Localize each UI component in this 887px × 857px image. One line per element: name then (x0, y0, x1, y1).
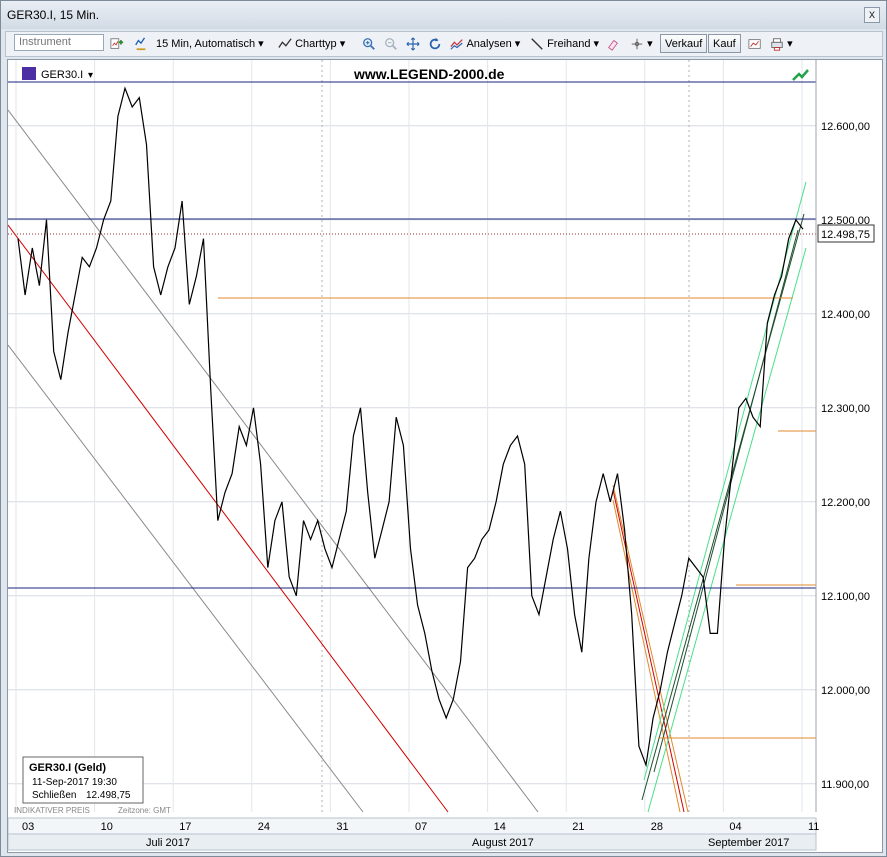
crosshair-icon (630, 38, 647, 50)
x-tick-label: 11 (808, 821, 819, 833)
chart-window: GER30.I, 15 Min. x 15 Min, Automatisch ▾… (0, 0, 887, 857)
crosshair-menu[interactable]: ▾ (630, 35, 653, 53)
x-tick-label: 07 (415, 821, 427, 833)
instrument-input[interactable] (14, 34, 104, 51)
close-icon[interactable]: x (864, 7, 880, 23)
timezone-label: Zeitzone: GMT (118, 806, 171, 815)
month-label: September 2017 (708, 837, 789, 849)
analysis-icon (450, 38, 466, 50)
y-tick-label: 12.200,00 (821, 497, 870, 509)
price-chart[interactable]: 12.600,0012.500,0012.400,0012.300,0012.2… (8, 60, 882, 852)
month-label: August 2017 (472, 837, 534, 849)
print-icon (770, 38, 787, 51)
y-tick-label: 12.100,00 (821, 591, 870, 603)
trendline-overlays (8, 109, 807, 813)
x-tick-label: 14 (494, 821, 506, 833)
interval-label: 15 Min, (156, 38, 193, 50)
window-title: GER30.I, 15 Min. (7, 8, 100, 22)
symbol-icon (22, 67, 36, 80)
month-label: Juli 2017 (146, 837, 190, 849)
gray-trendline-lower (8, 344, 364, 813)
mode-label: Automatisch (194, 38, 256, 50)
y-axis-ticks: 12.600,0012.500,0012.400,0012.300,0012.2… (821, 121, 870, 791)
green-channel-lower (647, 247, 807, 813)
analysen-menu[interactable]: Analysen ▾ (450, 35, 520, 53)
y-tick-label: 12.400,00 (821, 309, 870, 321)
chevron-down-icon: ▾ (647, 38, 653, 50)
zoom-in-icon[interactable] (362, 35, 376, 53)
x-axis-band (8, 817, 817, 835)
x-tick-label: 31 (336, 821, 348, 833)
chevron-down-icon: ▾ (787, 38, 793, 50)
interval-clock-icon (134, 35, 148, 53)
x-tick-label: 24 (258, 821, 270, 833)
zoom-out-icon[interactable] (384, 35, 398, 53)
title-bar: GER30.I, 15 Min. x (1, 1, 886, 29)
orange-fan-line-1 (612, 484, 689, 813)
freihand-label: Freihand (547, 38, 591, 50)
refresh-icon[interactable] (428, 35, 442, 53)
vertical-gridlines (15, 60, 803, 812)
interval-selector[interactable]: 15 Min, Automatisch ▾ (156, 35, 264, 53)
y-tick-label: 12.600,00 (821, 121, 870, 133)
kauf-button[interactable]: Kauf (708, 34, 741, 53)
month-axis-band (8, 833, 817, 851)
eraser-icon[interactable] (606, 35, 620, 53)
y-tick-label: 12.300,00 (821, 403, 870, 415)
info-box-title: GER30.I (Geld) (29, 762, 106, 774)
symbol-chevron-down-icon[interactable]: ▾ (88, 70, 93, 81)
gray-trendline-upper (8, 109, 539, 813)
y-tick-label: 12.000,00 (821, 685, 870, 697)
freihand-menu[interactable]: Freihand ▾ (530, 35, 599, 53)
x-tick-label: 28 (651, 821, 663, 833)
live-feed-icon (792, 69, 809, 81)
line-chart-icon (278, 38, 295, 50)
analysen-label: Analysen (466, 38, 512, 50)
verkauf-button[interactable]: Verkauf (660, 34, 708, 53)
chevron-down-icon: ▾ (339, 38, 346, 50)
x-tick-label: 17 (179, 821, 191, 833)
indicative-price-label: INDIKATIVER PREIS (14, 806, 90, 815)
print-menu[interactable]: ▾ (770, 35, 793, 53)
price-label: 12.498,75 (821, 229, 870, 241)
price-series-line (17, 86, 804, 768)
draw-line-icon (530, 38, 547, 50)
chart-toolbar: 15 Min, Automatisch ▾ Charttyp ▾ Ana (5, 31, 883, 57)
x-tick-label: 04 (729, 821, 741, 833)
charttype-menu[interactable]: Charttyp ▾ (278, 35, 345, 53)
x-tick-label: 21 (572, 821, 584, 833)
watermark-url: www.LEGEND-2000.de (353, 66, 505, 82)
chart-settings-icon[interactable] (748, 35, 762, 53)
info-box-close-value: 12.498,75 (86, 790, 131, 801)
chart-area[interactable]: 12.600,00 12.500,00 12.400,00 12.300,00 12.2… (7, 59, 883, 853)
info-box-close-label: Schließen (32, 790, 76, 801)
chevron-down-icon: ▾ (593, 38, 600, 50)
dark-trend-2 (653, 229, 799, 773)
red-trendline (8, 224, 449, 813)
info-box-datetime: 11-Sep-2017 19:30 (32, 777, 117, 788)
chevron-down-icon: ▾ (258, 38, 264, 50)
charttype-label: Charttyp (295, 38, 337, 50)
chevron-down-icon: ▾ (514, 38, 521, 50)
instrument-plus-icon[interactable] (110, 35, 124, 53)
pan-icon[interactable] (406, 35, 420, 53)
x-tick-label: 10 (101, 821, 113, 833)
horizontal-gridlines (8, 125, 816, 785)
y-tick-label: 11.900,00 (821, 779, 869, 791)
symbol-label[interactable]: GER30.I (41, 69, 83, 81)
horizontal-levels (8, 81, 816, 739)
x-tick-label: 03 (22, 821, 34, 833)
